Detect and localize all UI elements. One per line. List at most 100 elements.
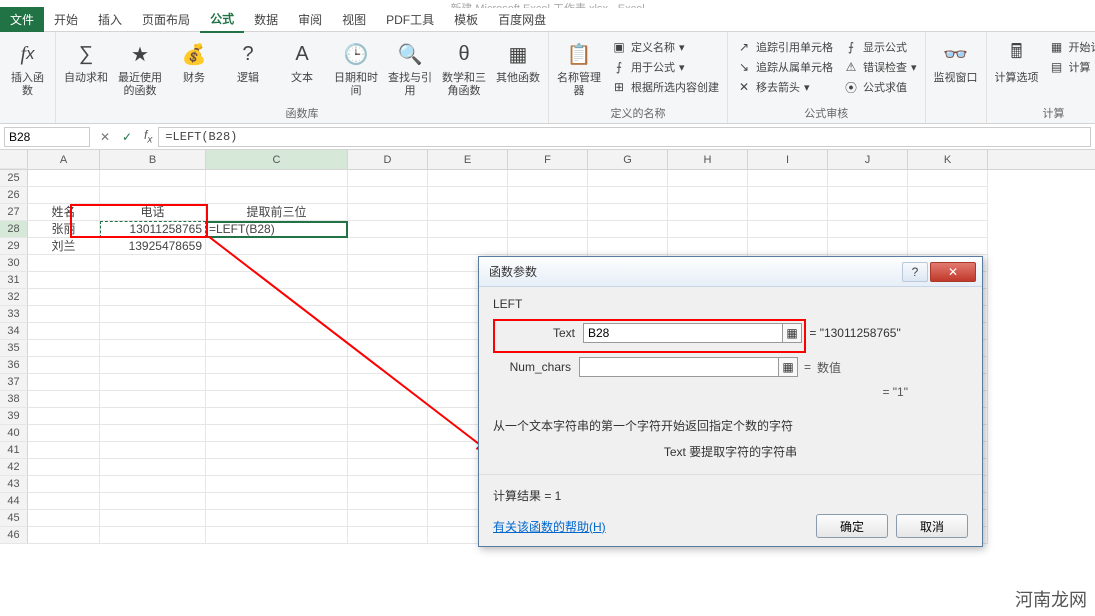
cell-A45[interactable]: [28, 510, 100, 527]
cell-C44[interactable]: [206, 493, 348, 510]
cell-D36[interactable]: [348, 357, 428, 374]
cell-G26[interactable]: [588, 187, 668, 204]
arg-num-ref-button[interactable]: ▦: [778, 357, 798, 377]
col-header-J[interactable]: J: [828, 150, 908, 169]
cell-B45[interactable]: [100, 510, 206, 527]
row-header-36[interactable]: 36: [0, 357, 28, 374]
autosum-button[interactable]: ∑自动求和: [62, 34, 110, 85]
cell-D38[interactable]: [348, 391, 428, 408]
col-header-I[interactable]: I: [748, 150, 828, 169]
cell-A37[interactable]: [28, 374, 100, 391]
cell-A42[interactable]: [28, 459, 100, 476]
cell-F26[interactable]: [508, 187, 588, 204]
cell-C36[interactable]: [206, 357, 348, 374]
cell-B43[interactable]: [100, 476, 206, 493]
cell-A33[interactable]: [28, 306, 100, 323]
row-header-32[interactable]: 32: [0, 289, 28, 306]
col-header-E[interactable]: E: [428, 150, 508, 169]
financial-button[interactable]: 💰财务: [170, 34, 218, 85]
use-in-formula-button[interactable]: ⨍用于公式 ▾: [609, 58, 721, 76]
col-header-D[interactable]: D: [348, 150, 428, 169]
cell-C39[interactable]: [206, 408, 348, 425]
row-header-28[interactable]: 28: [0, 221, 28, 238]
confirm-entry-button[interactable]: ✓: [116, 130, 138, 144]
cell-I27[interactable]: [748, 204, 828, 221]
tab-template[interactable]: 模板: [444, 7, 488, 32]
cell-C45[interactable]: [206, 510, 348, 527]
cell-C35[interactable]: [206, 340, 348, 357]
col-header-F[interactable]: F: [508, 150, 588, 169]
cell-A29[interactable]: 刘兰: [28, 238, 100, 255]
cell-C27[interactable]: 提取前三位: [206, 204, 348, 221]
cell-B32[interactable]: [100, 289, 206, 306]
cell-C41[interactable]: [206, 442, 348, 459]
cell-I25[interactable]: [748, 170, 828, 187]
fx-icon[interactable]: fx: [138, 128, 158, 145]
error-check-button[interactable]: ⚠错误检查 ▾: [841, 58, 919, 76]
row-header-43[interactable]: 43: [0, 476, 28, 493]
cell-B26[interactable]: [100, 187, 206, 204]
cell-D45[interactable]: [348, 510, 428, 527]
cell-E25[interactable]: [428, 170, 508, 187]
cell-J26[interactable]: [828, 187, 908, 204]
row-header-26[interactable]: 26: [0, 187, 28, 204]
function-help-link[interactable]: 有关该函数的帮助(H): [493, 518, 606, 535]
cell-K25[interactable]: [908, 170, 988, 187]
cell-A26[interactable]: [28, 187, 100, 204]
col-header-B[interactable]: B: [100, 150, 206, 169]
lookup-button[interactable]: 🔍查找与引用: [386, 34, 434, 98]
remove-arrows-button[interactable]: ✕移去箭头 ▾: [734, 78, 835, 96]
cell-C30[interactable]: [206, 255, 348, 272]
cell-B25[interactable]: [100, 170, 206, 187]
cell-C46[interactable]: [206, 527, 348, 544]
row-header-45[interactable]: 45: [0, 510, 28, 527]
cell-A27[interactable]: 姓名: [28, 204, 100, 221]
cell-B28[interactable]: 13011258765: [100, 221, 206, 238]
cell-H28[interactable]: [668, 221, 748, 238]
cell-D29[interactable]: [348, 238, 428, 255]
cancel-entry-button[interactable]: ✕: [94, 130, 116, 144]
cell-C43[interactable]: [206, 476, 348, 493]
cell-A36[interactable]: [28, 357, 100, 374]
row-header-31[interactable]: 31: [0, 272, 28, 289]
row-header-38[interactable]: 38: [0, 391, 28, 408]
cell-E27[interactable]: [428, 204, 508, 221]
insert-function-button[interactable]: fx 插入函数: [6, 34, 49, 98]
cell-C38[interactable]: [206, 391, 348, 408]
calc-now-button[interactable]: ▦开始计算: [1047, 38, 1095, 56]
ok-button[interactable]: 确定: [816, 514, 888, 538]
cell-F29[interactable]: [508, 238, 588, 255]
dialog-help-button[interactable]: ?: [902, 262, 928, 282]
row-header-44[interactable]: 44: [0, 493, 28, 510]
cell-K28[interactable]: [908, 221, 988, 238]
cell-J28[interactable]: [828, 221, 908, 238]
row-header-35[interactable]: 35: [0, 340, 28, 357]
trace-precedents-button[interactable]: ↗追踪引用单元格: [734, 38, 835, 56]
more-button[interactable]: ▦其他函数: [494, 34, 542, 85]
name-box[interactable]: [4, 127, 90, 147]
text-button[interactable]: A文本: [278, 34, 326, 85]
cell-A30[interactable]: [28, 255, 100, 272]
row-header-40[interactable]: 40: [0, 425, 28, 442]
cell-I28[interactable]: [748, 221, 828, 238]
select-all-corner[interactable]: [0, 150, 28, 169]
row-header-30[interactable]: 30: [0, 255, 28, 272]
tab-review[interactable]: 审阅: [288, 7, 332, 32]
cell-D33[interactable]: [348, 306, 428, 323]
calc-sheet-button[interactable]: ▤计算: [1047, 58, 1095, 76]
define-name-button[interactable]: ▣定义名称 ▾: [609, 38, 721, 56]
cell-A46[interactable]: [28, 527, 100, 544]
cell-C31[interactable]: [206, 272, 348, 289]
cell-A34[interactable]: [28, 323, 100, 340]
cell-I29[interactable]: [748, 238, 828, 255]
cell-B36[interactable]: [100, 357, 206, 374]
cell-H29[interactable]: [668, 238, 748, 255]
cell-K29[interactable]: [908, 238, 988, 255]
tab-data[interactable]: 数据: [244, 7, 288, 32]
cell-A43[interactable]: [28, 476, 100, 493]
cell-D37[interactable]: [348, 374, 428, 391]
cell-G29[interactable]: [588, 238, 668, 255]
cell-F27[interactable]: [508, 204, 588, 221]
cell-D44[interactable]: [348, 493, 428, 510]
watch-window-button[interactable]: 👓监视窗口: [932, 34, 980, 85]
